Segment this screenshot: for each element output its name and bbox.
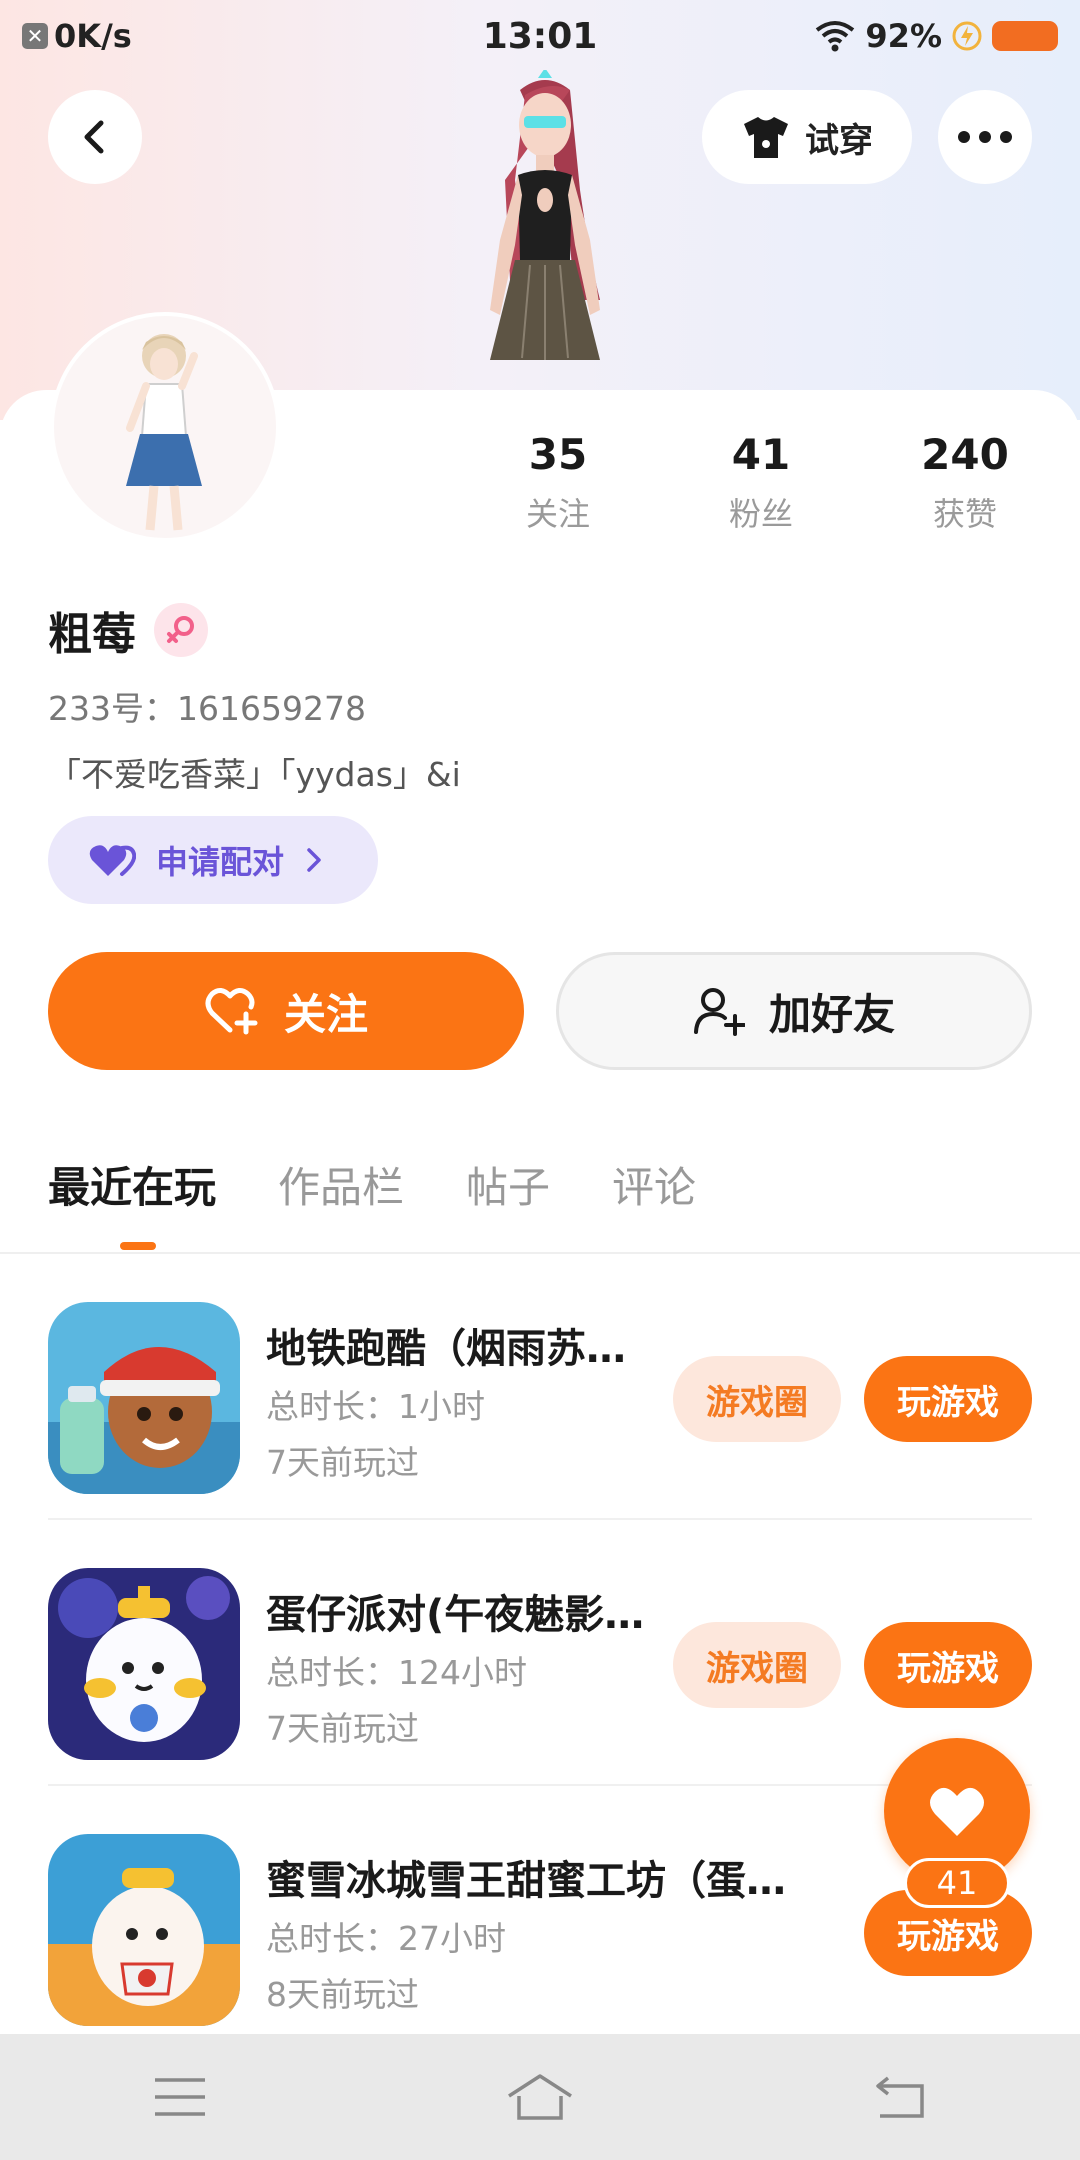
stat-following-count: 35	[528, 430, 588, 479]
system-nav-bar	[0, 2034, 1080, 2160]
tab-posts[interactable]: 帖子	[466, 1154, 550, 1215]
charging-icon	[952, 21, 982, 51]
game-icon-eggy-party[interactable]	[48, 1568, 240, 1760]
profile-tabs: 最近在玩 作品栏 帖子 评论	[48, 1154, 696, 1215]
game-duration: 总时长：1小时	[266, 1387, 485, 1426]
heart-icon	[930, 1787, 984, 1836]
stat-following[interactable]: 35 关注	[478, 430, 638, 535]
active-tab-indicator	[120, 1242, 156, 1250]
request-pair-label: 申请配对	[156, 843, 285, 881]
game-circle-button[interactable]: 游戏圈	[673, 1356, 841, 1442]
username: 粗莓	[48, 609, 136, 660]
shirt-icon	[744, 117, 788, 158]
add-friend-button[interactable]: 加好友	[556, 952, 1032, 1070]
game-duration: 总时长：27小时	[266, 1919, 506, 1958]
stat-followers[interactable]: 41 粉丝	[681, 430, 841, 535]
tab-works[interactable]: 作品栏	[278, 1154, 404, 1215]
back-nav-icon	[876, 2076, 924, 2118]
try-on-button[interactable]: 试穿	[702, 90, 912, 184]
net-speed: 0K/s	[54, 17, 132, 55]
chevron-left-icon	[84, 120, 104, 154]
like-count-badge: 41	[904, 1858, 1010, 1908]
battery-percent: 92%	[865, 17, 942, 55]
home-icon	[508, 2074, 572, 2120]
play-game-button[interactable]: 玩游戏	[864, 1622, 1032, 1708]
game-last-played: 7天前玩过	[266, 1443, 419, 1482]
character-avatar-3d[interactable]	[430, 70, 660, 390]
user-id: 233号：161659278	[48, 689, 366, 728]
stat-followers-label: 粉丝	[728, 495, 793, 533]
game-title[interactable]: 蛋仔派对(午夜魅影…	[266, 1582, 646, 1640]
tab-comments[interactable]: 评论	[612, 1154, 696, 1215]
home-button[interactable]	[480, 2057, 600, 2137]
add-friend-label: 加好友	[768, 989, 895, 1039]
game-title[interactable]: 地铁跑酷（烟雨苏…	[266, 1316, 646, 1374]
follow-button[interactable]: 关注	[48, 952, 524, 1070]
game-duration: 总时长：124小时	[266, 1653, 527, 1692]
status-bar: ✕ 0K/s 13:01 92%	[0, 0, 1080, 72]
back-nav-button[interactable]	[840, 2057, 960, 2137]
game-title[interactable]: 蜜雪冰城雪王甜蜜工坊（蛋…	[266, 1848, 806, 1906]
female-gender-icon	[154, 603, 208, 657]
stat-followers-count: 41	[731, 430, 791, 479]
stat-following-label: 关注	[525, 495, 590, 533]
double-heart-icon	[89, 845, 136, 876]
game-row[interactable]: 蜜雪冰城雪王甜蜜工坊（蛋… 总时长：27小时 8天前玩过 玩游戏	[48, 1786, 1032, 2052]
more-button[interactable]	[938, 90, 1032, 184]
game-last-played: 7天前玩过	[266, 1709, 419, 1748]
game-last-played: 8天前玩过	[266, 1975, 419, 2014]
stat-likes-count: 240	[921, 430, 1009, 479]
game-row[interactable]: 蛋仔派对(午夜魅影… 总时长：124小时 7天前玩过 游戏圈 玩游戏	[48, 1520, 1032, 1786]
notification-close-icon: ✕	[22, 23, 48, 49]
try-on-label: 试穿	[805, 120, 873, 161]
stat-likes[interactable]: 240 获赞	[885, 430, 1045, 535]
game-icon-subway-surfers[interactable]	[48, 1302, 240, 1494]
profile-stats: 35 关注 41 粉丝 240 获赞	[0, 430, 1080, 550]
battery-icon	[992, 21, 1058, 51]
game-icon-mixue-eggy[interactable]	[48, 1834, 240, 2026]
follow-label: 关注	[283, 989, 368, 1039]
request-pair-button[interactable]: 申请配对	[48, 816, 378, 904]
heart-plus-icon	[205, 988, 258, 1035]
more-dots-icon	[958, 131, 1012, 143]
stat-likes-label: 获赞	[932, 495, 997, 533]
play-game-button[interactable]: 玩游戏	[864, 1356, 1032, 1442]
name-row: 粗莓	[48, 598, 208, 662]
back-button[interactable]	[48, 90, 142, 184]
game-row[interactable]: 地铁跑酷（烟雨苏… 总时长：1小时 7天前玩过 游戏圈 玩游戏	[48, 1254, 1032, 1520]
tab-recently-played[interactable]: 最近在玩	[48, 1154, 216, 1215]
menu-icon	[155, 2078, 205, 2116]
add-user-icon	[693, 988, 745, 1036]
chevron-right-icon	[307, 848, 321, 872]
game-circle-button[interactable]: 游戏圈	[673, 1622, 841, 1708]
user-bio: 「不爱吃香菜」「yydas」&i	[48, 755, 461, 794]
menu-button[interactable]	[120, 2057, 240, 2137]
wifi-icon	[816, 21, 855, 52]
